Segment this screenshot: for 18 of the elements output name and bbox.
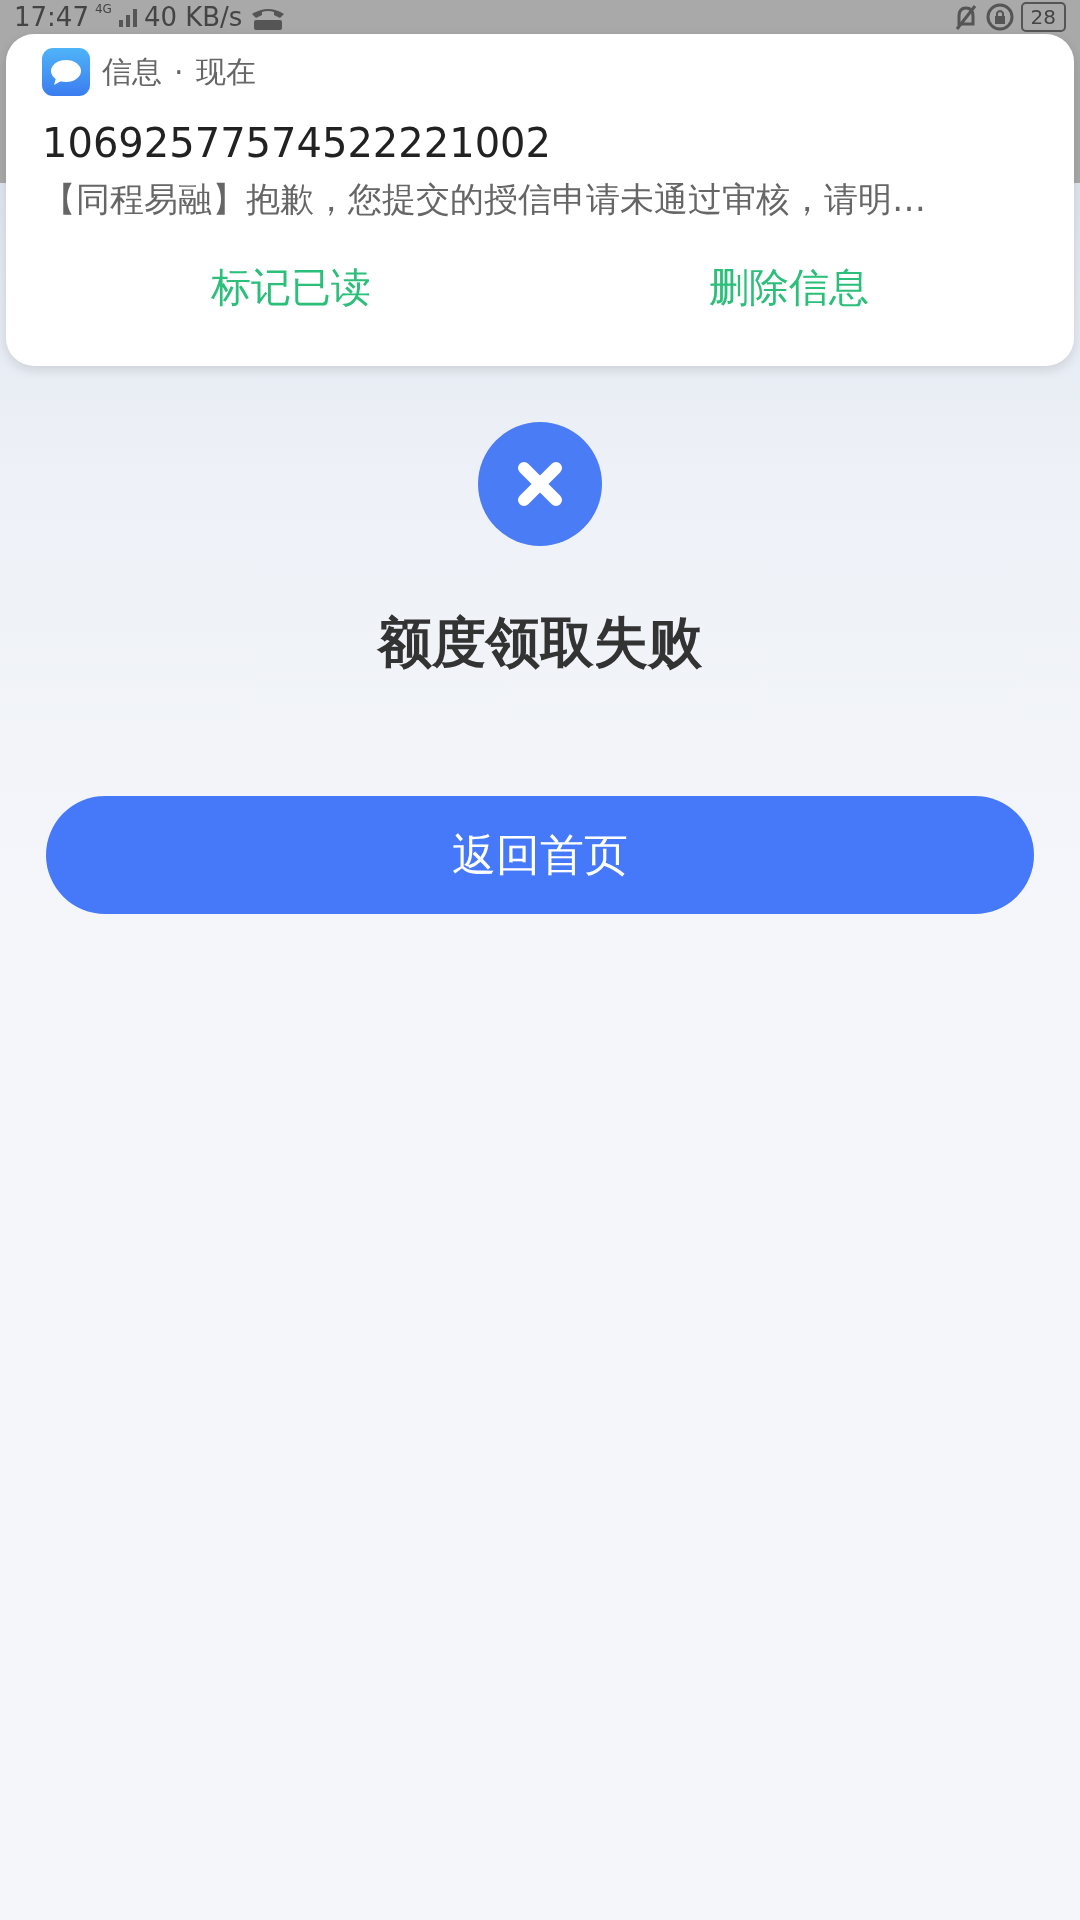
rotation-lock-icon: [984, 2, 1015, 32]
notification-card[interactable]: 信息 · 现在 10692577574522221002 【同程易融】抱歉，您提交的授信申请未通过审核，请明… 标记已读 删除信息: [6, 34, 1074, 366]
separator-dot: ·: [174, 54, 184, 90]
sender-number: 10692577574522221002: [42, 119, 552, 168]
signal-icon: [117, 6, 138, 28]
message-app-icon: [42, 48, 90, 96]
network-speed: 40 KB/s: [143, 1, 243, 33]
notification-action[interactable]: 标记已读: [42, 250, 540, 325]
message-preview: 【同程易融】抱歉，您提交的授信申请未通过审核，请明…: [42, 178, 927, 221]
failure-icon: [478, 422, 602, 546]
battery-indicator: 28: [1020, 2, 1066, 32]
notification-time: 现在: [195, 52, 256, 91]
back-home-button[interactable]: 返回首页: [46, 796, 1034, 914]
result-title: 额度领取失败: [378, 610, 702, 676]
notification-app-name: 信息: [102, 52, 162, 91]
status-time: 17:47: [14, 1, 89, 33]
notification-action[interactable]: 删除信息: [540, 250, 1038, 325]
network-type: 4G: [94, 2, 112, 16]
